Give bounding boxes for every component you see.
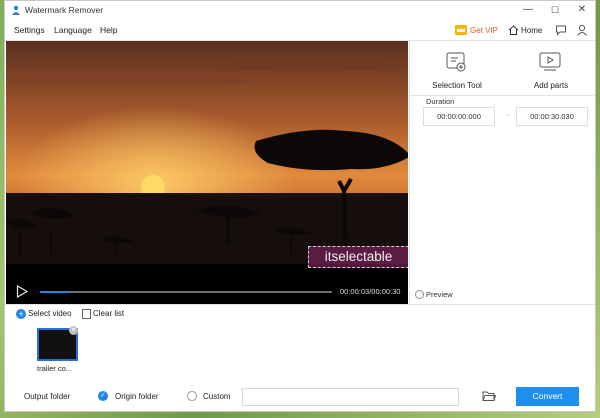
add-parts-label: Add parts (533, 81, 569, 90)
output-bar: Output folder ✓ Origin folder Custom Con… (5, 379, 595, 411)
selection-tool-icon (446, 52, 466, 72)
home-label: Home (521, 25, 543, 35)
title-bar: Watermark Remover — ☐ ✕ (5, 1, 595, 19)
app-window: Watermark Remover — ☐ ✕ Settings Languag… (4, 0, 596, 412)
end-time-field[interactable]: 00:00:30.030 (516, 107, 588, 126)
minimize-button[interactable]: — (520, 3, 536, 17)
convert-button[interactable]: Convert (516, 387, 579, 406)
output-path-input[interactable] (242, 388, 459, 406)
add-parts-icon (539, 52, 561, 71)
trash-icon[interactable] (82, 309, 91, 319)
time-separator: - (507, 112, 510, 119)
origin-folder-radio[interactable]: ✓ (98, 391, 108, 401)
add-video-icon[interactable]: + (16, 309, 26, 319)
menu-language[interactable]: Language (54, 25, 92, 35)
thumbnail-caption: trailer co... (37, 364, 73, 373)
select-video-button[interactable]: Select video (28, 309, 72, 318)
play-icon[interactable] (16, 285, 28, 298)
origin-folder-label: Origin folder (115, 392, 159, 401)
get-vip-label: Get VIP (470, 25, 499, 35)
home-icon (508, 25, 519, 35)
output-folder-label: Output folder (24, 392, 71, 401)
home-button[interactable]: Home (508, 24, 542, 36)
player-controls: 00:00:03/00:00:30 (6, 279, 408, 304)
user-icon[interactable] (576, 24, 588, 36)
custom-folder-label: Custom (203, 392, 231, 401)
chat-icon[interactable] (555, 24, 567, 36)
duration-label: Duration (426, 97, 455, 106)
selection-tool-label: Selection Tool (432, 81, 482, 90)
menu-settings[interactable]: Settings (14, 25, 45, 35)
preview-label: Preview (426, 290, 453, 299)
add-parts-button[interactable]: Add parts (504, 47, 595, 95)
video-preview[interactable]: itselectable 00:00:03/00:00:30 (6, 41, 408, 304)
tools-divider (410, 95, 595, 96)
custom-folder-radio[interactable] (187, 391, 197, 401)
maximize-button[interactable]: ☐ (547, 3, 563, 17)
remove-thumbnail-icon[interactable]: ✕ (69, 326, 78, 335)
app-logo-icon (12, 5, 20, 15)
video-frame-image (6, 41, 408, 264)
progress-bar[interactable] (40, 291, 332, 293)
menu-help[interactable]: Help (100, 25, 117, 35)
tools-panel: Selection Tool Add parts Duration 00:00:… (409, 41, 595, 304)
window-title: Watermark Remover (25, 5, 104, 15)
clear-list-button[interactable]: Clear list (93, 309, 124, 318)
close-button[interactable]: ✕ (574, 3, 590, 17)
preview-radio[interactable] (415, 290, 424, 299)
folder-icon[interactable] (482, 390, 496, 402)
menu-bar: Settings Language Help Get VIP Home (5, 19, 595, 41)
crown-icon (455, 25, 467, 35)
progress-fill (40, 291, 70, 293)
get-vip-button[interactable]: Get VIP (455, 24, 498, 36)
watermark-selection-box[interactable]: itselectable (308, 246, 408, 268)
selection-tool-button[interactable]: Selection Tool (410, 47, 504, 95)
start-time-field[interactable]: 00:00:00.000 (423, 107, 495, 126)
video-list-bar: + Select video Clear list (5, 304, 595, 322)
time-readout: 00:00:03/00:00:30 (340, 287, 401, 296)
